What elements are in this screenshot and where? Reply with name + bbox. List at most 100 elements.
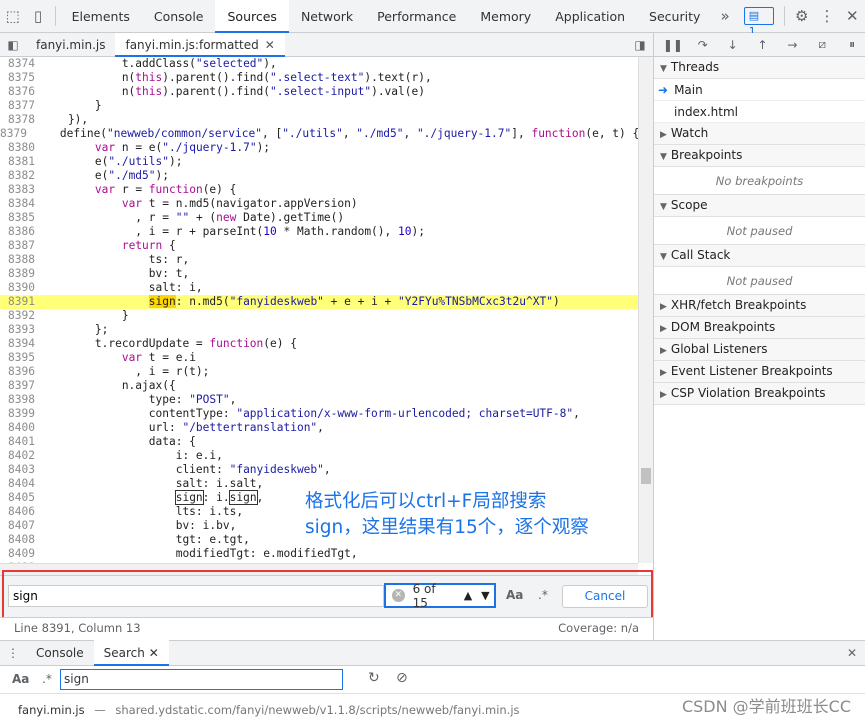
code-line[interactable]: 8400 url: "/bettertranslation", — [0, 421, 638, 435]
line-number[interactable]: 8407 — [0, 519, 41, 533]
code-line[interactable]: 8389 bv: t, — [0, 267, 638, 281]
tab-security[interactable]: Security — [637, 0, 712, 33]
code-line[interactable]: 8382 e("./md5"); — [0, 169, 638, 183]
code-line[interactable]: 8384 var t = n.md5(navigator.appVersion) — [0, 197, 638, 211]
code-line[interactable]: 8397 n.ajax({ — [0, 379, 638, 393]
close-icon[interactable]: ✕ — [840, 3, 865, 29]
close-tab-icon[interactable]: ✕ — [145, 646, 159, 660]
code-line[interactable]: 8381 e("./utils"); — [0, 155, 638, 169]
editor-vertical-scrollbar[interactable] — [638, 57, 653, 563]
section-scope[interactable]: ▼ Scope — [654, 195, 865, 217]
code-line[interactable]: 8375 n(this).parent().find(".select-text… — [0, 71, 638, 85]
tab-memory[interactable]: Memory — [468, 0, 543, 33]
code-line[interactable]: 8394 t.recordUpdate = function(e) { — [0, 337, 638, 351]
line-number[interactable]: 8402 — [0, 449, 41, 463]
close-tab-icon[interactable]: ✕ — [265, 38, 275, 52]
line-number[interactable]: 8395 — [0, 351, 41, 365]
pause-icon[interactable]: ❚❚ — [660, 38, 686, 52]
code-line[interactable]: 8399 contentType: "application/x-www-for… — [0, 407, 638, 421]
code-line[interactable]: 8398 type: "POST", — [0, 393, 638, 407]
line-number[interactable]: 8389 — [0, 267, 41, 281]
drawer-tab-console[interactable]: Console — [26, 640, 94, 666]
line-number[interactable]: 8378 — [0, 113, 41, 127]
tab-elements[interactable]: Elements — [60, 0, 142, 33]
file-tab[interactable]: fanyi.min.js — [26, 33, 115, 57]
line-number[interactable]: 8406 — [0, 505, 41, 519]
coverage-status[interactable]: Coverage: n/a — [558, 618, 639, 639]
close-drawer-icon[interactable]: ✕ — [839, 640, 865, 666]
code-editor[interactable]: 8374 t.addClass("selected"), 8375 n(this)… — [0, 57, 638, 563]
line-number[interactable]: 8384 — [0, 197, 41, 211]
line-number[interactable]: 8401 — [0, 435, 41, 449]
section-global-listeners[interactable]: ▶ Global Listeners — [654, 339, 865, 361]
line-number[interactable]: 8398 — [0, 393, 41, 407]
code-line[interactable]: 8376 n(this).parent().find(".select-inpu… — [0, 85, 638, 99]
code-line[interactable]: 8392 } — [0, 309, 638, 323]
more-options-icon[interactable]: ⋮ — [814, 3, 839, 29]
line-number[interactable]: 8387 — [0, 239, 41, 253]
drawer-match-case-toggle[interactable]: Aa — [12, 672, 29, 686]
toggle-debugger-icon[interactable]: ◨ — [627, 32, 653, 58]
toggle-navigator-icon[interactable]: ◧ — [0, 32, 26, 58]
line-number[interactable]: 8383 — [0, 183, 41, 197]
section-event-listener-breakpoints[interactable]: ▶ Event Listener Breakpoints — [654, 361, 865, 383]
line-number[interactable]: 8392 — [0, 309, 41, 323]
line-number[interactable]: 8396 — [0, 365, 41, 379]
drawer-search-input[interactable]: sign — [60, 669, 343, 690]
code-line[interactable]: 8387 return { — [0, 239, 638, 253]
inspect-element-icon[interactable]: ⬚ — [0, 3, 25, 29]
code-line[interactable]: 8374 t.addClass("selected"), — [0, 57, 638, 71]
line-number[interactable]: 8385 — [0, 211, 41, 225]
section-dom-breakpoints[interactable]: ▶ DOM Breakpoints — [654, 317, 865, 339]
line-number[interactable]: 8393 — [0, 323, 41, 337]
code-line[interactable]: 8396 , i = r(t); — [0, 365, 638, 379]
code-line[interactable]: 8379 define("newweb/common/service", [".… — [0, 127, 638, 141]
section-watch[interactable]: ▶ Watch — [654, 123, 865, 145]
code-line[interactable]: 8383 var r = function(e) { — [0, 183, 638, 197]
line-number[interactable]: 8409 — [0, 547, 41, 561]
line-number[interactable]: 8403 — [0, 463, 41, 477]
device-toolbar-icon[interactable]: ▯ — [25, 3, 50, 29]
pause-on-exceptions-icon[interactable]: ⏸ — [839, 37, 865, 52]
code-line[interactable]: 8393 }; — [0, 323, 638, 337]
line-number[interactable]: 8397 — [0, 379, 41, 393]
code-line[interactable]: 8395 var t = e.i — [0, 351, 638, 365]
refresh-icon[interactable]: ↻ — [368, 670, 380, 686]
deactivate-breakpoints-icon[interactable]: ⧄ — [809, 37, 835, 52]
code-line[interactable]: 8401 data: { — [0, 435, 638, 449]
section-xhr-fetch-breakpoints[interactable]: ▶ XHR/fetch Breakpoints — [654, 295, 865, 317]
line-number[interactable]: 8374 — [0, 57, 41, 71]
step-into-icon[interactable]: ↓ — [720, 38, 746, 52]
code-line[interactable]: 8391 sign: n.md5("fanyideskweb" + e + i … — [0, 295, 638, 309]
line-number[interactable]: 8382 — [0, 169, 41, 183]
tab-network[interactable]: Network — [289, 0, 365, 33]
line-number[interactable]: 8379 — [0, 127, 33, 141]
step-out-icon[interactable]: ↑ — [750, 38, 776, 52]
code-line[interactable]: 8403 client: "fanyideskweb", — [0, 463, 638, 477]
drawer-menu-icon[interactable]: ⋮ — [0, 640, 26, 666]
step-icon[interactable]: → — [779, 38, 805, 52]
line-number[interactable]: 8381 — [0, 155, 41, 169]
more-tabs-icon[interactable]: » — [712, 3, 737, 29]
section-call-stack[interactable]: ▼ Call Stack — [654, 245, 865, 267]
thread-item[interactable]: index.html — [654, 101, 865, 123]
code-line[interactable]: 8378 }), — [0, 113, 638, 127]
line-number[interactable]: 8408 — [0, 533, 41, 547]
drawer-regex-toggle[interactable]: .* — [42, 672, 52, 686]
line-number[interactable]: 8400 — [0, 421, 41, 435]
line-number[interactable]: 8380 — [0, 141, 41, 155]
tab-application[interactable]: Application — [543, 0, 637, 33]
code-line[interactable]: 8390 salt: i, — [0, 281, 638, 295]
code-line[interactable]: 8386 , i = r + parseInt(10 * Math.random… — [0, 225, 638, 239]
line-number[interactable]: 8388 — [0, 253, 41, 267]
line-number[interactable]: 8391 — [0, 295, 41, 309]
line-number[interactable]: 8375 — [0, 71, 41, 85]
drawer-tab-search[interactable]: Search ✕ — [93, 640, 169, 666]
thread-item[interactable]: ➜ Main — [654, 79, 865, 101]
line-number[interactable]: 8405 — [0, 491, 41, 505]
tab-performance[interactable]: Performance — [365, 0, 468, 33]
section-csp-violation-breakpoints[interactable]: ▶ CSP Violation Breakpoints — [654, 383, 865, 405]
section-breakpoints[interactable]: ▼ Breakpoints — [654, 145, 865, 167]
line-number[interactable]: 8399 — [0, 407, 41, 421]
code-line[interactable]: 8377 } — [0, 99, 638, 113]
